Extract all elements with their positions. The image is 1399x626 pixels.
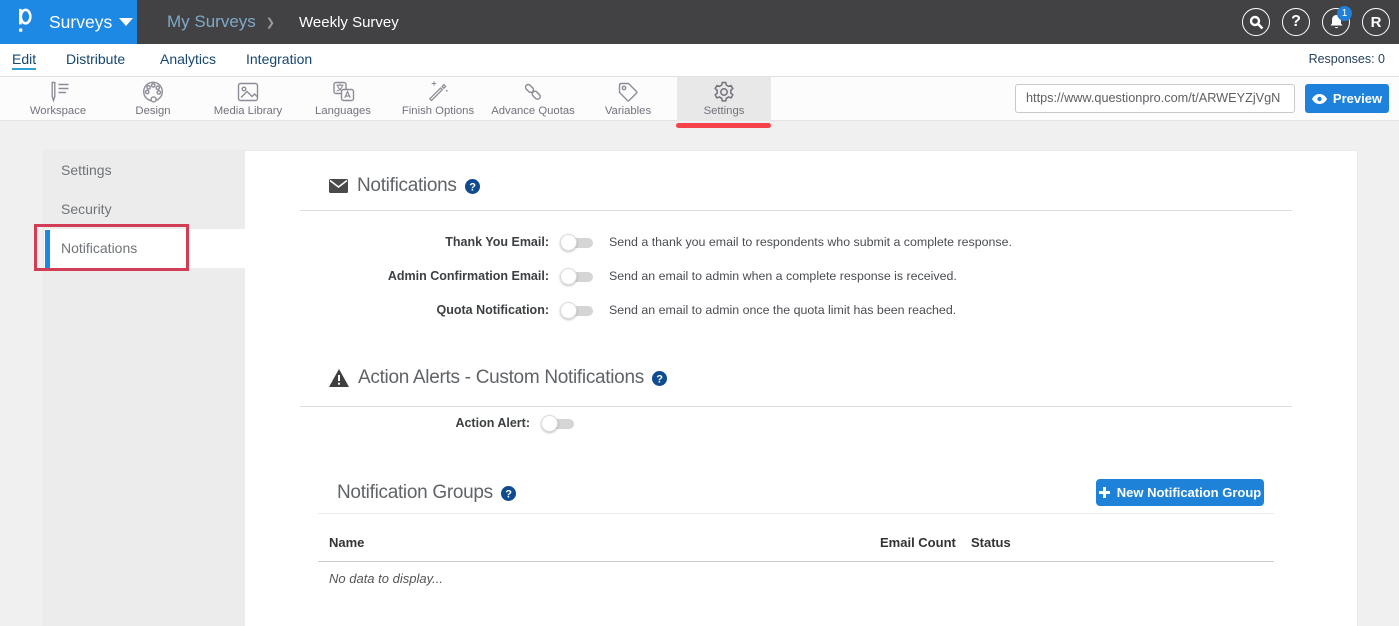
svg-text:?: ? [656,373,663,385]
svg-text:?: ? [469,181,476,193]
svg-text:?: ? [505,488,512,500]
